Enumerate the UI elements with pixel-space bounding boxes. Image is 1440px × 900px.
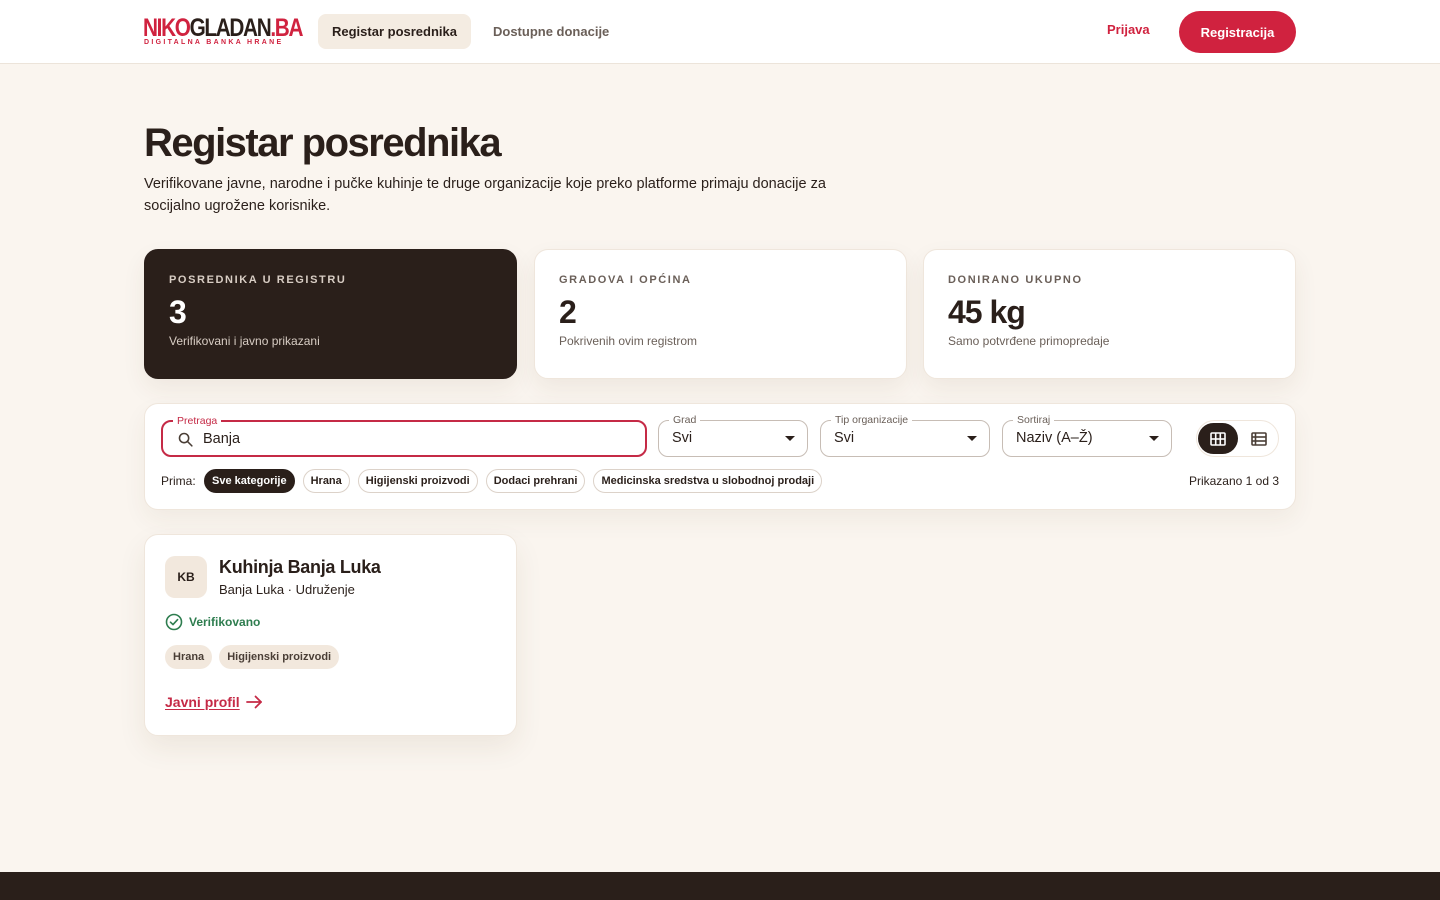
chip-sve-kategorije[interactable]: Sve kategorije [204, 469, 295, 493]
logo-tagline: DIGITALNA BANKA HRANE [144, 39, 284, 46]
footer [0, 872, 1440, 900]
stat-note: Pokrivenih ovim registrom [559, 334, 698, 348]
logo-wordmark: NIKOGLADAN.BA [143, 14, 303, 42]
verified-label: Verifikovano [189, 615, 261, 629]
arrow-right-icon [245, 695, 262, 709]
search-input[interactable] [203, 422, 633, 455]
public-profile-link[interactable]: Javni profil [165, 694, 263, 710]
chip-hrana[interactable]: Hrana [302, 469, 350, 493]
logo[interactable]: NIKOGLADAN.BA DIGITALNA BANKA HRANE [143, 14, 303, 49]
org-subtitle: Banja Luka · Udruženje [219, 582, 355, 597]
grid-icon [1210, 431, 1226, 446]
search-field[interactable]: Pretraga [161, 414, 647, 457]
result-count: Prikazano 1 od 3 [1188, 474, 1279, 488]
top-header: NIKOGLADAN.BA DIGITALNA BANKA HRANE Regi… [0, 0, 1440, 64]
org-name: Kuhinja Banja Luka [219, 557, 381, 577]
chevron-down-icon [967, 436, 977, 441]
sort-value: Naziv (A–Ž) [1016, 430, 1093, 446]
stat-value: 45 kg [948, 294, 1026, 330]
verified-badge: Verifikovano [165, 613, 260, 631]
receives-label: Prima: [161, 474, 196, 488]
stat-label: POSREDNIKA U REGISTRU [169, 274, 347, 286]
category-chips: Sve kategorije Hrana Higijenski proizvod… [204, 469, 823, 493]
search-icon [178, 432, 193, 447]
tag-higijenski-proizvodi: Higijenski proizvodi [219, 645, 340, 669]
check-circle-icon [165, 613, 183, 631]
list-view-button[interactable] [1239, 423, 1279, 454]
avatar: KB [165, 556, 207, 598]
stat-value: 2 [559, 294, 577, 330]
stat-value: 3 [169, 294, 187, 330]
list-icon [1251, 431, 1267, 446]
stat-card-gradova: GRADOVA I OPĆINA 2 Pokrivenih ovim regis… [534, 249, 907, 379]
tag-hrana: Hrana [165, 645, 213, 669]
stat-label: DONIRANO UKUPNO [948, 274, 1083, 286]
city-select[interactable]: Grad Svi [658, 413, 808, 457]
sort-select[interactable]: Sortiraj Naziv (A–Ž) [1002, 413, 1172, 457]
org-type-select[interactable]: Tip organizacije Svi [820, 413, 990, 457]
chip-dodaci-prehrani[interactable]: Dodaci prehrani [485, 469, 586, 493]
page-description: Verifikovane javne, narodne i pučke kuhi… [144, 176, 826, 214]
grid-view-button[interactable] [1198, 423, 1238, 454]
filter-panel: Pretraga Grad Svi Tip organizacije Svi S… [144, 403, 1296, 510]
stat-note: Samo potvrđene primopredaje [948, 334, 1110, 348]
org-tags: Hrana Higijenski proizvodi [165, 645, 340, 669]
view-toggle [1196, 420, 1279, 457]
chevron-down-icon [1149, 436, 1159, 441]
chip-higijenski-proizvodi[interactable]: Higijenski proizvodi [357, 469, 478, 493]
register-button[interactable]: Registracija [1179, 11, 1296, 53]
stat-note: Verifikovani i javno prikazani [169, 334, 320, 348]
page-title: Registar posrednika [144, 121, 502, 165]
city-value: Svi [672, 430, 693, 446]
chip-medicinska-sredstva[interactable]: Medicinska sredstva u slobodnoj prodaji [593, 469, 823, 493]
org-type-value: Svi [834, 430, 855, 446]
tab-dostupne-donacije[interactable]: Dostupne donacije [479, 14, 623, 49]
chevron-down-icon [785, 436, 795, 441]
stat-card-posrednika: POSREDNIKA U REGISTRU 3 Verifikovani i j… [144, 249, 517, 379]
org-card: KB Kuhinja Banja Luka Banja Luka · Udruž… [144, 534, 517, 736]
public-profile-label: Javni profil [165, 694, 240, 710]
stat-label: GRADOVA I OPĆINA [559, 274, 692, 286]
tab-registar-posrednika[interactable]: Registar posrednika [318, 14, 471, 49]
stat-card-donirano: DONIRANO UKUPNO 45 kg Samo potvrđene pri… [923, 249, 1296, 379]
login-link[interactable]: Prijava [1107, 22, 1150, 37]
